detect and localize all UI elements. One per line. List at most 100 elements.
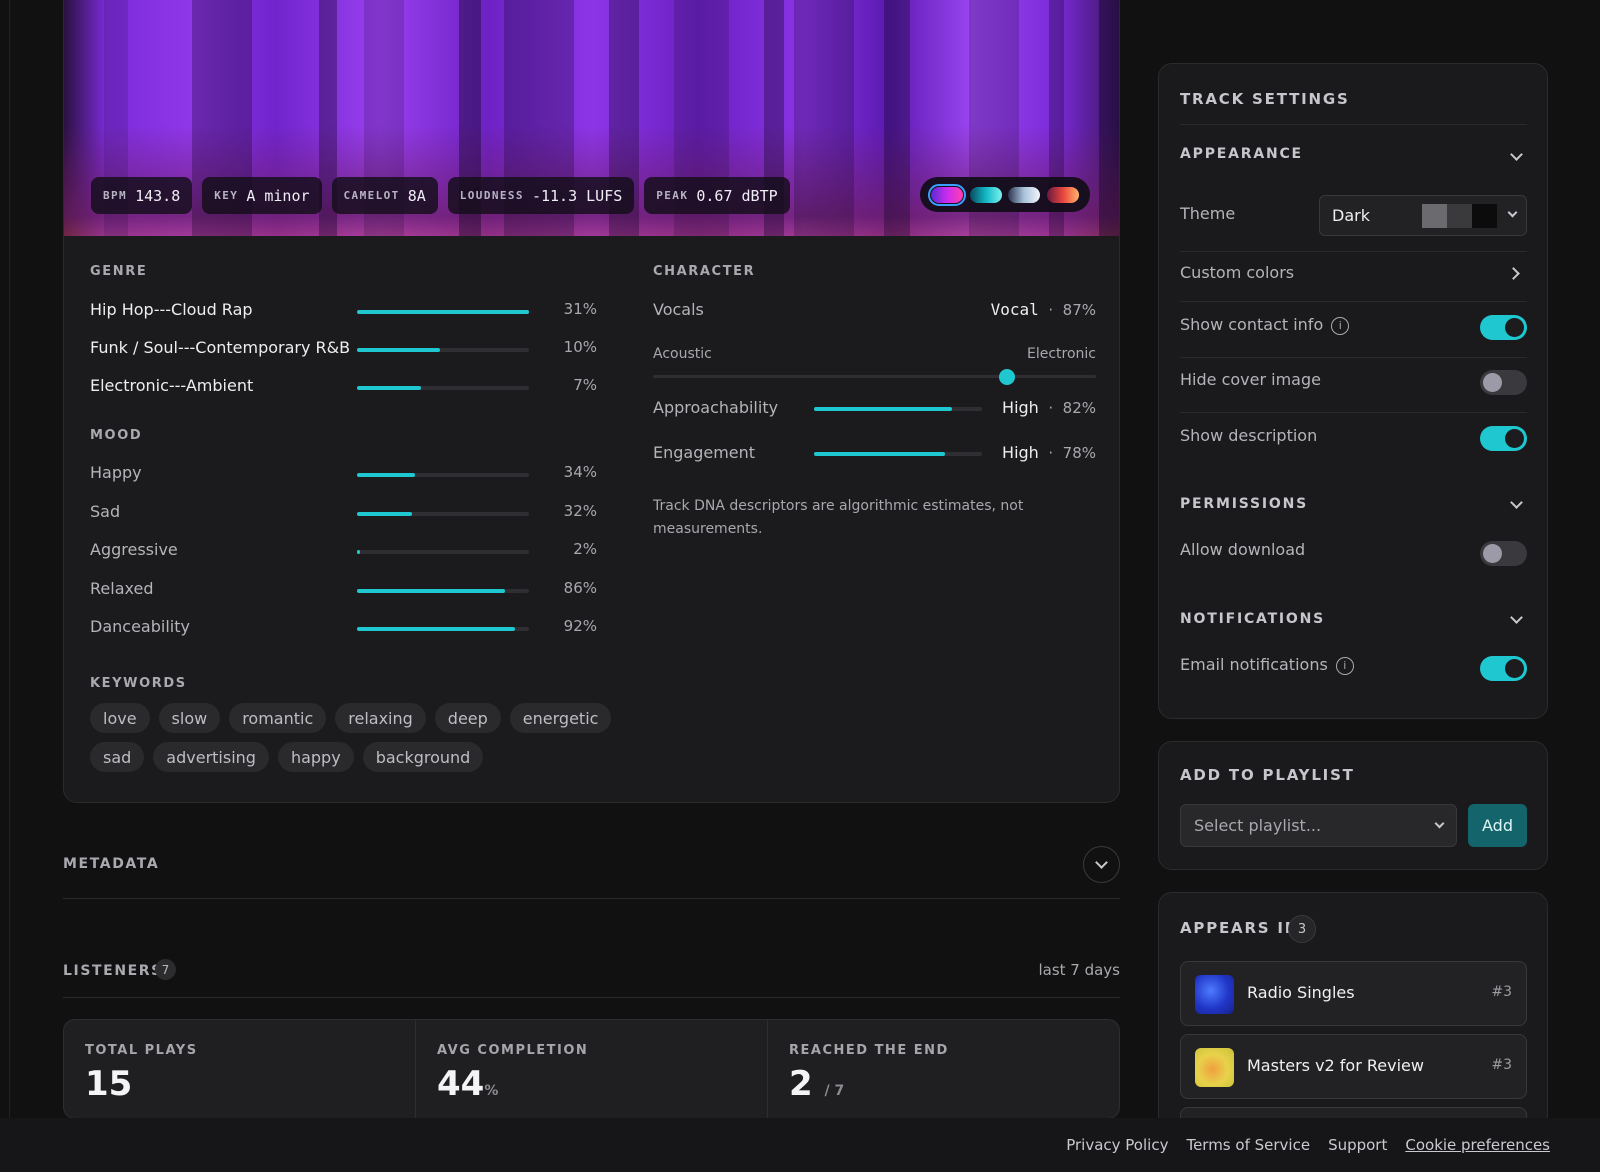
show-contact-row: Show contact info i [1180,315,1350,335]
theme-swatch-dark [1472,204,1497,228]
theme-swatch-light [1422,204,1447,228]
listeners-count-badge: 7 [155,959,176,980]
keywords-heading: KEYWORDS [90,676,187,691]
spectrogram[interactable]: BPM 143.8 KEY A minor CAMELOT 8A LOUDNESS -1… [64,0,1119,236]
genre-bar-fill [357,386,421,390]
chevron-down-icon [1095,856,1108,869]
info-icon[interactable]: i [1331,316,1350,335]
total-plays-value: 15 [85,1064,133,1104]
settings-divider [1180,301,1527,302]
email-notifications-row: Email notifications i [1180,655,1354,675]
playlist-item[interactable]: Masters v2 for Review #3 [1180,1034,1527,1099]
character-metric-value: High · 82% [1002,398,1096,417]
playlist-rank: #3 [1491,1057,1512,1073]
privacy-policy-link[interactable]: Privacy Policy [1066,1136,1168,1154]
keyword-chip[interactable]: sad [90,742,145,772]
mood-bar [357,473,529,477]
show-contact-toggle[interactable] [1480,315,1527,340]
playlist-name: Radio Singles [1247,983,1355,1002]
playlist-select[interactable]: Select playlist... [1180,804,1457,847]
left-rail [0,0,10,1118]
keyword-chip[interactable]: slow [158,703,221,733]
genre-bar [357,348,529,352]
show-description-toggle[interactable] [1480,426,1527,451]
metadata-expand-button[interactable] [1083,846,1120,883]
character-metric-bar [814,452,982,456]
character-metric-bar-fill [814,452,946,456]
hide-cover-toggle[interactable] [1480,370,1527,395]
keyword-chip[interactable]: love [90,703,150,733]
palette-swatch-4[interactable] [1046,186,1079,203]
reached-end-stat: REACHED THE END 2 / 7 [768,1020,1119,1118]
add-to-playlist-title: ADD TO PLAYLIST [1180,766,1355,784]
settings-divider [1180,124,1527,125]
total-plays-stat: TOTAL PLAYS 15 [64,1020,416,1118]
keyword-chip[interactable]: background [362,742,484,772]
listener-stats: TOTAL PLAYS 15 AVG COMPLETION 44% REACHE… [63,1019,1120,1119]
keyword-chip[interactable]: relaxing [335,703,426,733]
show-description-label: Show description [1180,426,1318,445]
terms-link[interactable]: Terms of Service [1186,1136,1310,1154]
keyword-chip[interactable]: romantic [229,703,327,733]
character-metric-bar [814,407,982,411]
mood-label: Sad [90,501,121,521]
character-metric-level: High [1002,398,1039,417]
mood-label: Danceability [90,617,190,636]
genre-label: Funk / Soul---Contemporary R&B [90,338,351,357]
palette-swatch-3[interactable] [1008,186,1041,203]
chevron-down-icon [1434,818,1445,829]
mood-label: Relaxed [90,578,154,598]
theme-select[interactable]: Dark [1319,195,1527,236]
permissions-heading[interactable]: PERMISSIONS [1180,496,1308,512]
genre-percent: 31% [563,300,597,318]
genre-bar-fill [357,348,440,352]
mood-bar-fill [357,473,416,477]
chevron-down-icon[interactable] [1510,496,1523,509]
playlist-item[interactable]: Radio Singles #3 [1180,961,1527,1026]
keyword-chip[interactable]: deep [434,703,501,733]
info-icon[interactable]: i [1335,656,1354,675]
color-palette-selector [920,177,1090,212]
keyword-chip[interactable]: advertising [153,742,269,772]
listeners-heading: LISTENERS [63,963,163,979]
palette-swatch-1[interactable] [928,183,967,206]
vocals-label: Vocals [653,300,704,319]
chevron-right-icon[interactable] [1507,267,1520,280]
mood-percent: 34% [563,463,597,481]
add-to-playlist-button[interactable]: Add [1468,804,1527,847]
notifications-heading[interactable]: NOTIFICATIONS [1180,611,1325,627]
allow-download-toggle[interactable] [1480,541,1527,566]
palette-swatch-2[interactable] [969,186,1002,203]
metadata-divider [63,898,1120,899]
custom-colors-link[interactable]: Custom colors [1180,263,1294,282]
genre-heading: GENRE [90,264,148,279]
keyword-chip[interactable]: energetic [509,703,612,733]
cookie-preferences-link[interactable]: Cookie preferences [1405,1136,1550,1154]
appears-in-panel: APPEARS IN 3 Radio Singles #3 Masters v2… [1158,892,1548,1137]
track-settings-title: TRACK SETTINGS [1180,90,1350,108]
genre-percent: 7% [573,376,597,394]
total-plays-label: TOTAL PLAYS [85,1043,198,1058]
acoustic-label: Acoustic [653,346,712,362]
reached-end-label: REACHED THE END [789,1043,949,1058]
mood-percent: 86% [563,578,597,597]
acoustic-electronic-marker [999,369,1016,385]
playlist-cover [1195,975,1234,1014]
keyword-chip[interactable]: happy [277,742,354,772]
mood-percent: 32% [563,501,597,520]
settings-divider [1180,412,1527,413]
email-notifications-toggle[interactable] [1480,656,1527,681]
appears-in-title: APPEARS IN [1180,919,1300,937]
support-link[interactable]: Support [1328,1136,1387,1154]
playlist-select-placeholder: Select playlist... [1194,816,1322,835]
chevron-down-icon[interactable] [1510,611,1523,624]
genre-percent: 10% [563,338,597,356]
character-metric-label: Engagement [653,443,756,462]
loudness-badge: LOUDNESS -11.3 LUFS [447,177,635,214]
acoustic-electronic-scale [653,375,1096,378]
chevron-down-icon[interactable] [1510,148,1523,161]
mood-bar [357,550,529,554]
appearance-heading[interactable]: APPEARANCE [1180,146,1303,162]
peak-badge: PEAK 0.67 dBTP [644,177,790,214]
settings-divider [1180,357,1527,358]
